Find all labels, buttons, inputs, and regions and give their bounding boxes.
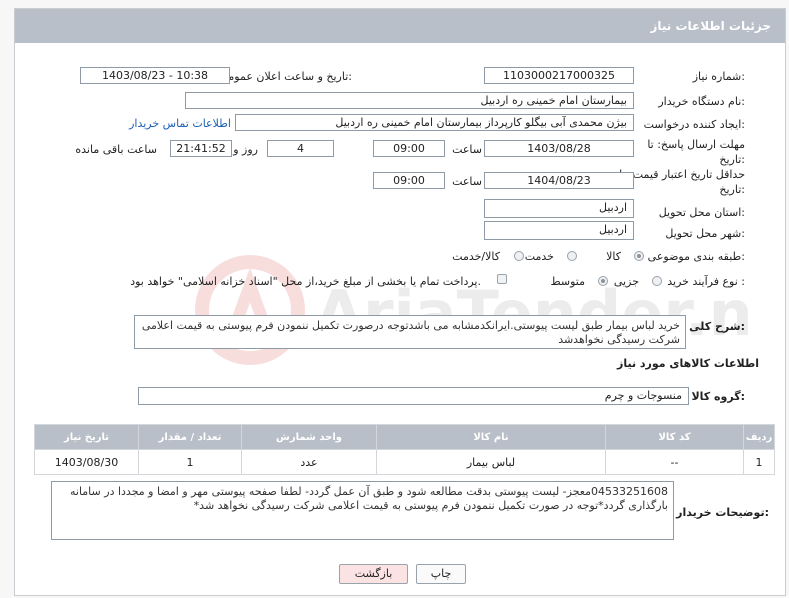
category-option-goods: کالا <box>606 250 621 263</box>
city-label: شهر محل تحویل: <box>665 227 745 240</box>
cell-item-code: -- <box>605 449 744 475</box>
validity-date-field[interactable]: 1404/08/23 <box>484 172 634 189</box>
days-label: روز و <box>233 143 258 156</box>
goods-table: تاریخ نیاز تعداد / مقدار واحد شمارش نام … <box>34 424 775 475</box>
announce-label: تاریخ و ساعت اعلان عمومی: <box>219 70 352 83</box>
cell-row-number: 1 <box>743 449 775 475</box>
deadline-time-label: ساعت <box>452 143 482 156</box>
category-radio-service[interactable] <box>567 251 577 261</box>
buyer-org-field[interactable]: بیمارستان امام خمینی ره اردبیل <box>185 92 634 109</box>
table-header-row: تاریخ نیاز تعداد / مقدار واحد شمارش نام … <box>34 424 775 450</box>
buyer-notes-textarea[interactable]: 04533251608معجز- لیست پیوستی بدقت مطالعه… <box>51 481 674 540</box>
panel-header: جزئیات اطلاعات نیاز <box>15 9 785 43</box>
process-note: پرداخت تمام یا بخشی از مبلغ خرید،از محل … <box>130 275 481 288</box>
process-option-minor: جزیی <box>613 275 639 288</box>
category-radio-both[interactable] <box>514 251 524 261</box>
print-button[interactable]: چاپ <box>416 564 466 584</box>
col-need-date: تاریخ نیاز <box>34 424 139 450</box>
category-label: طبقه بندی موضوعی: <box>647 250 745 263</box>
page-title: جزئیات اطلاعات نیاز <box>650 19 771 33</box>
contact-info-link[interactable]: اطلاعات تماس خریدار <box>129 117 231 130</box>
process-option-medium: متوسط <box>550 275 585 288</box>
city-field[interactable]: اردبیل <box>484 221 634 240</box>
days-remaining-field[interactable]: 4 <box>267 140 334 157</box>
buyer-org-label: نام دستگاه خریدار: <box>658 95 745 108</box>
province-label: استان محل تحویل: <box>658 206 745 219</box>
deadline-date-field[interactable]: 1403/08/28 <box>484 140 634 157</box>
back-button[interactable]: بازگشت <box>339 564 408 584</box>
col-quantity: تعداد / مقدار <box>138 424 242 450</box>
buyer-notes-label: توضیحات خریدار: <box>676 506 769 519</box>
need-number-field[interactable]: 1103000217000325 <box>484 67 634 84</box>
category-option-service: خدمت <box>524 250 554 263</box>
col-row-number: ردیف <box>743 424 775 450</box>
requester-label: ایجاد کننده درخواست: <box>643 118 745 131</box>
validity-time-label: ساعت <box>452 175 482 188</box>
cell-item-name: لباس بیمار <box>376 449 606 475</box>
validity-time-field[interactable]: 09:00 <box>373 172 445 189</box>
col-item-code: کد کالا <box>605 424 744 450</box>
treasury-bonds-checkbox[interactable] <box>497 274 507 284</box>
cell-quantity: 1 <box>138 449 242 475</box>
time-remaining-label: ساعت باقی مانده <box>75 143 157 156</box>
process-label: نوع فرآیند خرید : <box>667 275 745 288</box>
goods-section-title: اطلاعات کالاهای مورد نیاز <box>617 357 759 370</box>
cell-need-date: 1403/08/30 <box>34 449 139 475</box>
goods-group-label: گروه کالا: <box>691 390 745 403</box>
description-textarea[interactable]: خرید لباس بیمار طبق لیست پیوستی.ایرانکدم… <box>134 315 686 349</box>
process-radio-medium[interactable] <box>598 276 608 286</box>
requester-field[interactable]: بیژن محمدی آبی بیگلو کارپرداز بیمارستان … <box>235 114 634 131</box>
deadline-time-field[interactable]: 09:00 <box>373 140 445 157</box>
goods-group-field[interactable]: منسوجات و چرم <box>138 387 689 405</box>
time-remaining-field[interactable]: 21:41:52 <box>170 140 232 157</box>
announce-field[interactable]: 1403/08/23 - 10:38 <box>80 67 230 84</box>
col-item-name: نام کالا <box>376 424 606 450</box>
deadline-label: مهلت ارسال پاسخ: تا تاریخ: <box>647 138 745 166</box>
province-field[interactable]: اردبیل <box>484 199 634 218</box>
process-radio-minor[interactable] <box>652 276 662 286</box>
cell-unit: عدد <box>241 449 377 475</box>
category-option-both: کالا/خدمت <box>452 250 500 263</box>
need-number-label: شماره نیاز: <box>692 70 745 83</box>
col-unit: واحد شمارش <box>241 424 377 450</box>
category-radio-goods[interactable] <box>634 251 644 261</box>
table-row[interactable]: 1403/08/30 1 عدد لباس بیمار -- 1 <box>34 449 775 475</box>
